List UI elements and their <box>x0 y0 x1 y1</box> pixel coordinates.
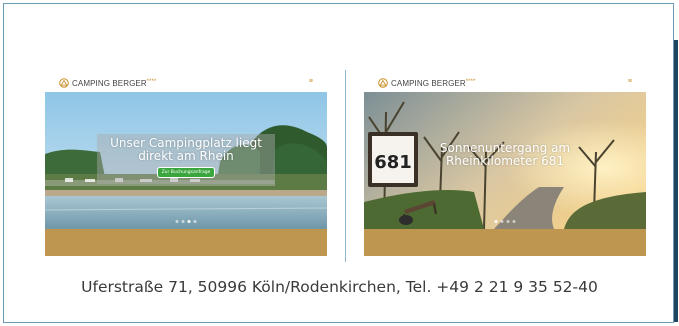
camping-logo-icon <box>378 78 388 88</box>
menu-icon[interactable]: ≡ <box>309 78 313 85</box>
hero-image-river: Unser Campingplatz liegt direkt am Rhein… <box>45 92 327 229</box>
slider-dot[interactable] <box>506 220 510 223</box>
gold-footer-band <box>364 229 646 256</box>
slider-dots[interactable] <box>175 220 197 223</box>
slider-dot[interactable] <box>175 220 179 223</box>
gold-footer-band <box>45 229 327 256</box>
address-text: Uferstraße 71, 50996 Köln/Rodenkirchen, … <box>81 278 598 296</box>
site-header: CAMPING BERGER**** ≡ <box>364 72 646 92</box>
slider-dot-active[interactable] <box>187 220 191 223</box>
hero-caption: Unser Campingplatz liegt direkt am Rhein… <box>97 134 275 184</box>
slider-dot[interactable] <box>512 220 516 223</box>
hero-caption-text: Sonnenuntergang am Rheinkilometer 681 <box>439 141 571 168</box>
slider-dot[interactable] <box>500 220 504 223</box>
kilometer-sign-text: 681 <box>374 152 412 173</box>
site-logo[interactable]: CAMPING BERGER**** <box>378 77 476 89</box>
slider-dot[interactable] <box>193 220 197 223</box>
logo-name: CAMPING BERGER <box>391 78 466 88</box>
card-divider <box>345 70 346 262</box>
slider-dots[interactable] <box>494 220 516 223</box>
slider-dot-active[interactable] <box>494 220 498 223</box>
logo-stars: **** <box>465 78 476 85</box>
logo-name: CAMPING BERGER <box>72 78 147 88</box>
site-logo[interactable]: CAMPING BERGER**** <box>59 77 157 89</box>
website-preview-card-sunset[interactable]: CAMPING BERGER**** ≡ 681 Sonnenuntergang… <box>364 72 646 256</box>
slider-dot[interactable] <box>181 220 185 223</box>
site-header: CAMPING BERGER**** ≡ <box>45 72 327 92</box>
logo-stars: **** <box>146 78 157 85</box>
menu-icon[interactable]: ≡ <box>628 78 632 85</box>
camping-logo-icon <box>59 78 69 88</box>
booking-request-button[interactable]: Zur Buchungsanfrage <box>156 167 216 178</box>
hero-image-sunset: 681 Sonnenuntergang am Rheinkilometer 68… <box>364 92 646 229</box>
website-preview-card-river[interactable]: CAMPING BERGER**** ≡ Unser Campingplatz … <box>45 72 327 256</box>
hero-caption-text: Unser Campingplatz liegt direkt am Rhein <box>110 136 262 163</box>
